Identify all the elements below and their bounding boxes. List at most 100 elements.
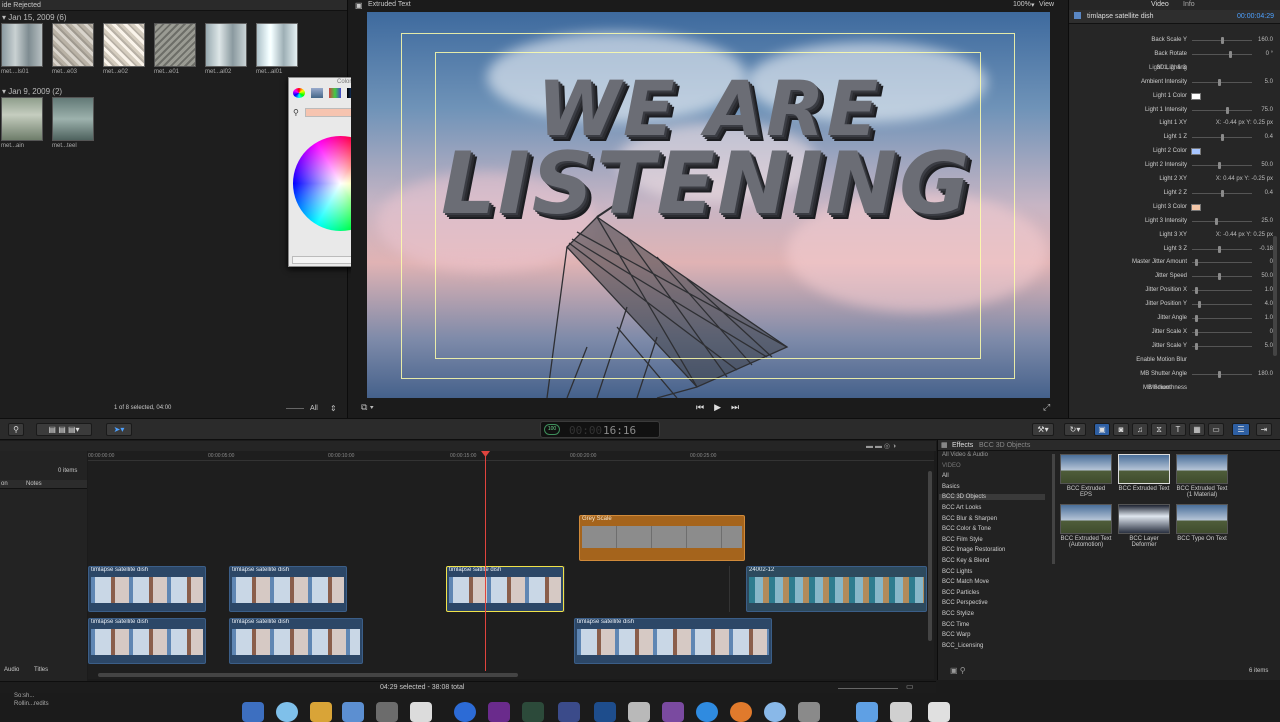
category-scrollbar[interactable] [1052,454,1055,564]
clip-thumb[interactable]: met...al01 [256,23,298,81]
effect-clip[interactable]: Grey Scale [579,515,745,561]
effect-category[interactable]: BCC Blur & Sharpen [942,516,997,522]
safari-icon[interactable] [276,702,298,722]
light-color-swatch[interactable] [1191,203,1201,211]
effect-item[interactable]: BCC Layer Deformer [1118,504,1170,548]
parameter-value[interactable]: 0 ° [1199,51,1273,57]
edit-buttons[interactable]: ▤ ▤ ▤▾ [36,423,92,436]
effect-category[interactable]: All Video & Audio [942,452,988,458]
clip-thumb[interactable]: met...ain [1,97,43,149]
selected-timeline-clip[interactable]: timlapse satlite dish [446,566,564,612]
preview-icon[interactable] [342,702,364,722]
timeline-clip[interactable]: timlapse satellite dish [88,618,206,664]
clip-appearance-icons[interactable]: ▬ ▬ ◎ ◑ [866,442,896,450]
effect-category[interactable]: BCC Key & Blend [942,558,989,564]
parameter-value[interactable]: X: 0.44 px Y: -0.25 px [1153,176,1273,182]
timeline-clip[interactable]: timlapse satellite dish [574,618,772,664]
parameter-row[interactable]: Light 2 XY X: 0.44 px Y: -0.25 px [1069,173,1280,187]
trash-icon[interactable] [928,702,950,722]
retime-icon[interactable]: ↻▾ [1064,423,1086,436]
parameter-value[interactable]: 0.4 [1199,190,1273,196]
effect-category[interactable]: BCC Art Looks [942,505,981,511]
video-effects-icon[interactable]: ▣ [1094,423,1110,436]
filter-label[interactable]: ide Rejected [2,2,41,9]
clip-thumb[interactable]: met...e03 [52,23,94,81]
parameter-row[interactable]: Light 2 Intensity 50.0 [1069,159,1280,173]
parameter-value[interactable]: 1.0 [1199,315,1273,321]
compressor-icon[interactable] [764,702,786,722]
effect-category[interactable]: All [942,473,949,479]
clip-thumb[interactable]: met...al02 [205,23,247,81]
calendar-icon[interactable] [310,702,332,722]
magnifier-icon[interactable]: ⚲ [293,108,299,117]
parameter-value[interactable]: X: -0.44 px Y: 0.25 px [1153,120,1273,126]
parameter-row[interactable]: Light 1 Z 0.4 [1069,131,1280,145]
parameter-value[interactable]: 25.0 [1199,218,1273,224]
photos-icon[interactable]: ◙ [1113,423,1129,436]
index-col-notes[interactable]: Notes [26,481,42,487]
timeline[interactable]: 00:00:00:00 00:00:05:00 00:00:10:00 00:0… [88,451,934,679]
filmstrip-icon[interactable]: ⇕ [330,404,337,413]
parameter-value[interactable]: Medium [1149,385,1223,391]
parameter-row[interactable]: Master Jitter Amount 0 [1069,256,1280,270]
toggle-browser-icon[interactable]: ☰ [1232,423,1250,436]
effect-item[interactable]: BCC Type On Text [1176,504,1228,542]
timeline-clip[interactable]: timlapse satellite dish [88,566,206,612]
folder-icon[interactable] [856,702,878,722]
parameter-row[interactable]: Jitter Position Y 4.0 [1069,298,1280,312]
effect-item[interactable]: BCC Extruded Text (Automotion) [1060,504,1112,548]
parameter-row[interactable]: 3D Lighting Light 1, 2, & 3 [1069,62,1280,76]
generators-icon[interactable]: ▦ [1189,423,1205,436]
search-icon[interactable]: ⚲ [8,423,24,436]
zoom-slider[interactable] [286,408,304,409]
parameter-value[interactable]: -0.18 [1199,246,1273,252]
view-menu[interactable]: View [1039,1,1054,8]
effect-category[interactable]: BCC Image Restoration [942,547,1005,553]
slider-knob[interactable] [1194,287,1198,295]
parameter-row[interactable]: Light 1 Color [1069,90,1280,104]
effect-category[interactable]: BCC Match Move [942,579,989,585]
effect-item[interactable]: BCC Extruded Text [1118,454,1170,492]
timeline-zoom-slider[interactable] [838,684,898,689]
view-options-icon[interactable]: ⧉ ▾ [361,402,374,413]
slider-knob[interactable] [1194,328,1198,336]
parameter-row[interactable]: Light 1 Intensity 75.0 [1069,104,1280,118]
parameter-row[interactable]: Light 2 Z 0.4 [1069,187,1280,201]
tab-info[interactable]: Info [1183,1,1195,8]
themes-icon[interactable]: ▭ [1208,423,1224,436]
timeline-clip[interactable]: timlapse satellite dish [229,566,347,612]
textedit-icon[interactable] [410,702,432,722]
system-prefs-icon[interactable] [798,702,820,722]
parameter-row[interactable]: Ambient Intensity 5.0 [1069,76,1280,90]
tools-icon[interactable]: ⚒▾ [1032,423,1054,436]
effect-category[interactable]: BCC Perspective [942,600,988,606]
music-icon[interactable]: ♫ [1132,423,1148,436]
effect-item[interactable]: BCC Extruded EPS [1060,454,1112,498]
effect-category[interactable]: BCC Particles [942,590,979,596]
effect-category[interactable]: Basics [942,484,960,490]
firefox-icon[interactable] [730,702,752,722]
clip-thumb[interactable]: met...teel [52,97,94,149]
go-to-start-icon[interactable]: ⏮ [696,402,704,413]
parameter-row[interactable]: MB Shutter Angle 180.0 [1069,368,1280,382]
app-icon[interactable] [662,702,684,722]
parameter-value[interactable]: 0 [1199,329,1273,335]
effect-category[interactable]: BCC 3D Objects [939,494,1045,501]
parameter-value[interactable]: 5.0 [1199,79,1273,85]
parameter-row[interactable]: Light 3 Color [1069,201,1280,215]
gap-clip[interactable] [564,566,730,612]
clip-thumb[interactable]: met...e01 [154,23,196,81]
photos-app-icon[interactable] [376,702,398,722]
clip-height-icon[interactable]: ▭ [906,682,914,691]
filter-all[interactable]: All [310,405,318,412]
light-color-swatch[interactable] [1191,148,1201,156]
parameter-row[interactable]: Light 3 Z -0.18 [1069,243,1280,257]
effect-category[interactable]: BCC Stylize [942,611,974,617]
parameter-value[interactable]: 75.0 [1199,107,1273,113]
parameter-value[interactable]: 0 [1199,259,1273,265]
after-effects-icon[interactable] [558,702,580,722]
effect-category[interactable]: BCC Color & Tone [942,526,991,532]
parameter-value[interactable]: X: -0.44 px Y: 0.25 px [1153,232,1273,238]
parameter-row[interactable]: Jitter Speed 50.0 [1069,270,1280,284]
zoom-level[interactable]: 100% [1013,1,1031,8]
